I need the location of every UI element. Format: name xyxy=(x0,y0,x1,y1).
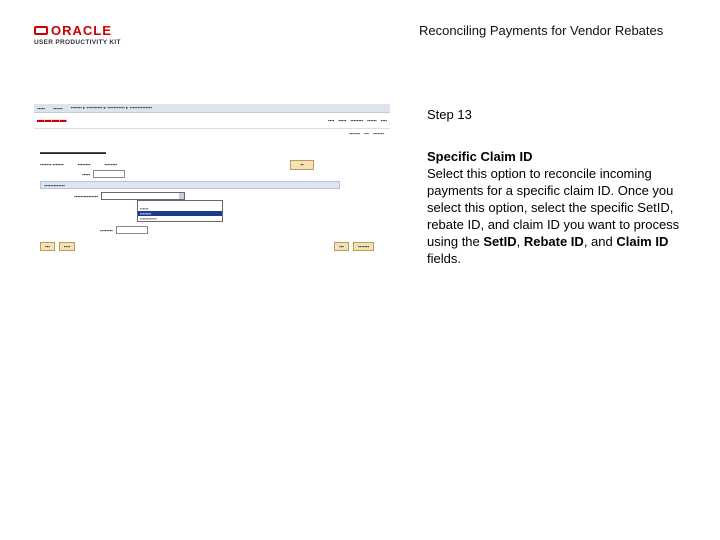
oracle-wordmark: ORACLE xyxy=(51,23,112,38)
thumb-option-select xyxy=(100,192,185,200)
application-screenshot-thumbnail: ▪▪▪▪▪ ▪▪▪▪▪▪ ▪▪▪▪▪▪▪ ▸ ▪▪▪▪▪▪▪▪▪▪ ▸ ▪▪▪▪▪▪… xyxy=(34,104,390,256)
thumb-nav-bar: ▪▪▪▪▪ ▪▪▪▪▪▪ ▪▪▪▪▪▪▪ ▸ ▪▪▪▪▪▪▪▪▪▪ ▸ ▪▪▪▪▪▪… xyxy=(34,104,390,113)
oracle-logo: ORACLE USER PRODUCTIVITY KIT xyxy=(34,24,124,46)
thumb-option-dropdown: ▪▪▪▪▪▪ ▪▪▪▪▪▪▪▪ ▪▪▪▪▪▪▪▪▪▪▪▪ xyxy=(137,200,223,222)
field-name-setid: SetID xyxy=(483,234,517,249)
thumb-option-select-row: ▪▪▪▪▪▪▪▪▪▪▪▪▪▪▪ xyxy=(74,192,185,200)
step-description: Select this option to reconcile incoming… xyxy=(427,166,680,266)
step-heading: Specific Claim ID xyxy=(427,149,533,164)
thumb-dropdown-option: ▪▪▪▪▪▪▪▪▪▪▪▪ xyxy=(140,216,158,221)
thumb-header-links: ▪▪▪▪ ▪▪▪▪▪ ▪▪▪▪▪▪▪▪ ▪▪▪▪▪▪ ▪▪▪▪ xyxy=(327,118,387,123)
thumb-section-header: ▪▪▪▪▪▪▪▪▪▪▪▪▪ xyxy=(40,181,340,189)
thumb-page-title: ▬▬▬▬▬▬▬▬▬▬▬ xyxy=(40,150,106,156)
thumb-run-control-fields: ▪▪▪▪▪▪▪ ▪▪▪▪▪▪▪ ▪▪▪▪▪▪▪▪ ▪▪▪▪▪▪▪▪ xyxy=(40,162,118,167)
thumb-recurrence-row: ▪▪▪▪▪▪▪▪ xyxy=(100,226,148,234)
document-title: Reconciling Payments for Vendor Rebates xyxy=(419,23,664,38)
oracle-logo-mark-icon xyxy=(34,26,48,35)
thumb-run-button: ▪▪ xyxy=(290,160,314,170)
thumb-header: ▬▬▬▬ ▪▪▪▪ ▪▪▪▪▪ ▪▪▪▪▪▪▪▪ ▪▪▪▪▪▪ ▪▪▪▪ xyxy=(34,113,390,129)
upk-subtitle: USER PRODUCTIVITY KIT xyxy=(34,39,121,46)
thumb-language-row: ▪▪▪▪▪ xyxy=(82,170,125,178)
thumb-toolbar: ▪▪▪ ▪▪▪▪ ▪▪▪ ▪▪▪▪▪▪▪ xyxy=(40,242,374,251)
field-name-claim-id: Claim ID xyxy=(616,234,669,249)
thumb-oracle-logo: ▬▬▬▬ xyxy=(37,117,67,124)
thumb-page-links: ▪▪▪▪▪▪▪ ▪▪▪ ▪▪▪▪▪▪▪ xyxy=(348,130,384,136)
step-number: Step 13 xyxy=(427,107,472,122)
field-name-rebate-id: Rebate ID xyxy=(523,234,584,249)
